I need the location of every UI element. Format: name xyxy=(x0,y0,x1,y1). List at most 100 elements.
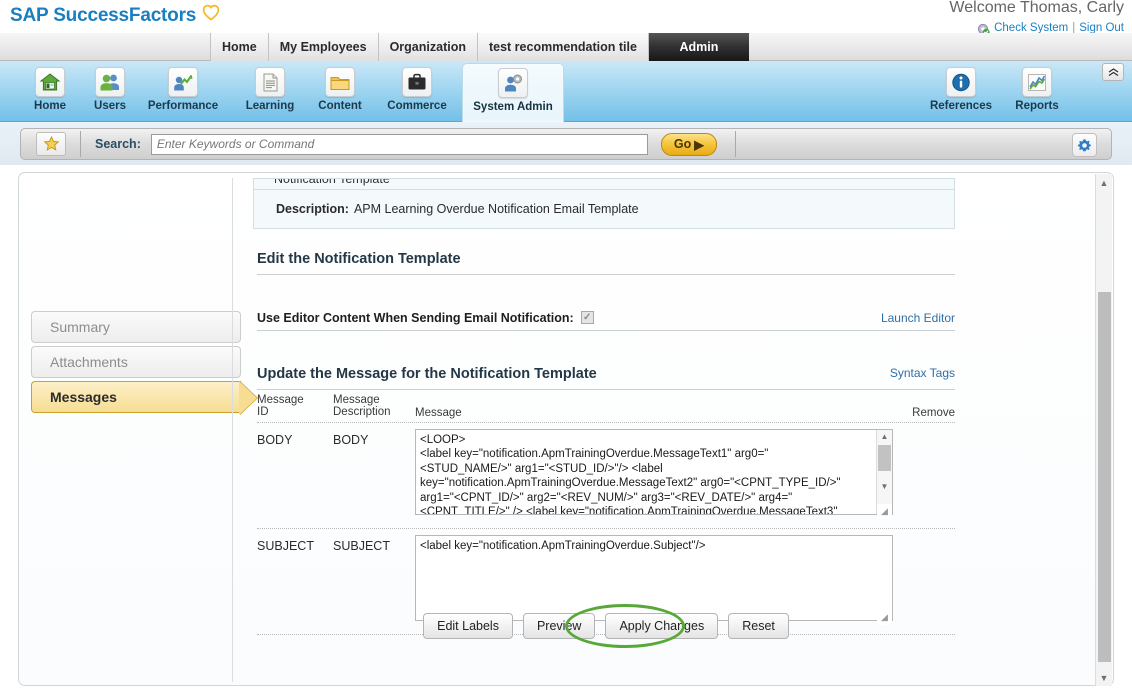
tab-home[interactable]: Home xyxy=(210,33,269,61)
person-gear-icon xyxy=(498,68,528,98)
nav-label: Users xyxy=(94,100,126,112)
launch-editor-link[interactable]: Launch Editor xyxy=(881,311,955,325)
nav-label: Home xyxy=(34,100,66,112)
column-header-message-id: Message ID xyxy=(257,394,304,418)
star-icon[interactable] xyxy=(36,132,66,156)
use-editor-label: Use Editor Content When Sending Email No… xyxy=(257,310,574,325)
main-tab-strip: Home My Employees Organization test reco… xyxy=(0,33,1132,61)
link-separator: | xyxy=(1072,21,1076,34)
sidebar-item-messages[interactable]: Messages xyxy=(31,381,241,413)
nav-item-reports[interactable]: Reports xyxy=(1004,63,1070,120)
scroll-up-arrow[interactable]: ▲ xyxy=(1096,174,1113,191)
message-textarea-subject[interactable] xyxy=(415,535,893,621)
nav-label: Commerce xyxy=(387,100,447,112)
sidebar-item-label: Summary xyxy=(50,319,110,335)
house-icon xyxy=(35,67,65,97)
nav-item-references[interactable]: References xyxy=(922,63,1000,120)
messages-content-area: Notification Template Description: APM L… xyxy=(232,178,1104,682)
main-tabs: Home My Employees Organization test reco… xyxy=(210,33,749,61)
nav-item-home[interactable]: Home xyxy=(16,63,84,120)
briefcase-icon xyxy=(402,67,432,97)
tab-organization[interactable]: Organization xyxy=(378,33,478,61)
search-bar: Search: Go ▶ xyxy=(20,128,1112,160)
welcome-message: Welcome Thomas, Carly xyxy=(949,0,1124,16)
cell-message-description: SUBJECT xyxy=(333,539,390,553)
description-box: Description: APM Learning Overdue Notifi… xyxy=(253,189,955,229)
main-content-panel: Summary Attachments Messages Notificatio… xyxy=(18,172,1114,686)
nav-label: References xyxy=(929,100,992,112)
clipped-row-above: Notification Template xyxy=(253,178,955,189)
top-brand-bar: SAP SuccessFactors Welcome Thomas, Carly… xyxy=(0,0,1132,36)
nav-label: Learning xyxy=(245,100,295,112)
nav-item-users[interactable]: Users xyxy=(76,63,144,120)
cell-message-id: BODY xyxy=(257,433,293,447)
chart-person-icon xyxy=(168,67,198,97)
action-buttons: Edit Labels Preview Apply Changes Reset xyxy=(257,613,955,639)
check-system-link[interactable]: Check System xyxy=(994,22,1068,34)
textarea-scrollbar[interactable]: ▲ ▼ xyxy=(876,430,892,514)
tab-my-employees[interactable]: My Employees xyxy=(268,33,379,61)
sign-out-link[interactable]: Sign Out xyxy=(1079,22,1124,34)
divider xyxy=(80,131,81,157)
message-textarea-body[interactable] xyxy=(415,429,893,515)
section-sidebar: Summary Attachments Messages xyxy=(31,311,241,416)
gear-icon[interactable] xyxy=(1072,133,1097,157)
line-chart-icon xyxy=(1022,67,1052,97)
section-title-update-message: Update the Message for the Notification … xyxy=(257,366,955,390)
scrollbar-track[interactable] xyxy=(1096,191,1113,669)
description-value: APM Learning Overdue Notification Email … xyxy=(353,202,639,216)
brand-logo[interactable]: SAP SuccessFactors xyxy=(10,4,220,27)
sidebar-item-attachments[interactable]: Attachments xyxy=(31,346,241,378)
nav-item-system-admin[interactable]: System Admin xyxy=(462,63,564,122)
column-header-message-description: Message Description xyxy=(333,394,391,418)
module-nav-band: Home Users Performance Learning Content … xyxy=(0,61,1132,122)
description-label: Description: xyxy=(276,202,349,216)
sidebar-item-summary[interactable]: Summary xyxy=(31,311,241,343)
nav-item-learning[interactable]: Learning xyxy=(236,63,304,120)
scroll-up-arrow[interactable]: ▲ xyxy=(881,430,889,444)
nav-label: System Admin xyxy=(473,101,553,113)
section-title-text: Update the Message for the Notification … xyxy=(257,366,597,382)
message-body-editor: ▲ ▼ ◢ xyxy=(415,429,893,520)
nav-item-content[interactable]: Content xyxy=(306,63,374,120)
people-icon xyxy=(95,67,125,97)
go-button[interactable]: Go ▶ xyxy=(660,132,717,156)
preview-button[interactable]: Preview xyxy=(522,613,596,639)
search-input[interactable] xyxy=(150,133,648,155)
cell-message-description: BODY xyxy=(333,433,369,447)
search-band: Search: Go ▶ xyxy=(0,122,1132,165)
checkmark-icon: ✓ xyxy=(582,312,592,323)
nav-item-commerce[interactable]: Commerce xyxy=(378,63,456,120)
tab-test-recommendation-tile[interactable]: test recommendation tile xyxy=(477,33,649,61)
sidebar-item-label: Attachments xyxy=(50,354,128,370)
nav-item-performance[interactable]: Performance xyxy=(140,63,226,120)
column-header-message: Message xyxy=(415,407,462,419)
scroll-down-arrow[interactable]: ▼ xyxy=(1096,669,1113,686)
use-editor-checkbox[interactable]: ✓ xyxy=(580,311,594,324)
edit-labels-button[interactable]: Edit Labels xyxy=(423,613,513,639)
scroll-down-arrow[interactable]: ▼ xyxy=(881,480,889,494)
scrollbar-thumb[interactable] xyxy=(1097,292,1111,662)
cell-message-id: SUBJECT xyxy=(257,539,314,553)
use-editor-row: Use Editor Content When Sending Email No… xyxy=(257,305,955,331)
nav-label: Content xyxy=(318,100,362,112)
messages-table: Message ID Message Description Message R… xyxy=(257,394,955,635)
go-arrow-icon: ▶ xyxy=(694,137,704,152)
scrollbar-thumb[interactable] xyxy=(878,445,891,471)
chevron-up-double-icon[interactable] xyxy=(1102,63,1124,81)
folder-icon xyxy=(325,67,355,97)
sidebar-item-label: Messages xyxy=(50,389,117,405)
table-row: BODY BODY ▲ ▼ ◢ xyxy=(257,423,955,529)
section-title-edit-template: Edit the Notification Template xyxy=(257,251,955,275)
heart-outline-icon xyxy=(202,4,220,27)
page-vertical-scrollbar[interactable]: ▲ ▼ xyxy=(1095,174,1112,686)
table-header-row: Message ID Message Description Message R… xyxy=(257,394,955,423)
resize-grip-icon[interactable]: ◢ xyxy=(877,504,892,519)
nav-label: Performance xyxy=(147,100,219,112)
nav-label: Reports xyxy=(1015,100,1059,112)
document-icon xyxy=(255,67,285,97)
syntax-tags-link[interactable]: Syntax Tags xyxy=(890,366,955,380)
tab-admin[interactable]: Admin xyxy=(648,33,749,61)
apply-changes-button[interactable]: Apply Changes xyxy=(605,613,719,639)
reset-button[interactable]: Reset xyxy=(728,613,789,639)
